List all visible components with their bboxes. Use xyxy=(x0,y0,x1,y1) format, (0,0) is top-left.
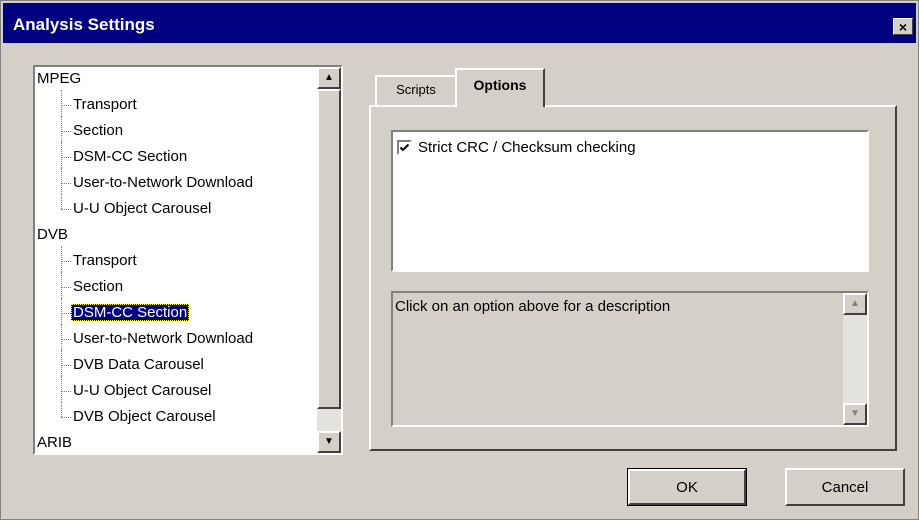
tree-connector-vertical xyxy=(61,194,62,209)
tree-item-label: DVB Data Carousel xyxy=(73,356,204,373)
tab-options[interactable]: Options xyxy=(455,68,545,107)
tree-item[interactable]: DSM-CC Section xyxy=(71,146,189,168)
close-button[interactable]: × xyxy=(893,18,913,35)
strict-crc-checkbox[interactable] xyxy=(397,139,412,155)
tree-item[interactable]: Transport xyxy=(71,94,139,116)
tree-item[interactable]: DVB Object Carousel xyxy=(71,406,218,428)
checkmark-icon xyxy=(399,143,410,151)
close-icon: × xyxy=(898,18,908,35)
tree-connector-vertical xyxy=(61,402,62,417)
tree-item-label: User-to-Network Download xyxy=(73,174,254,191)
scroll-down-icon: ▼ xyxy=(324,436,334,447)
ok-button-label: OK xyxy=(676,478,698,496)
tree-item-label: Transport xyxy=(73,252,137,269)
tree-item[interactable]: U-U Object Carousel xyxy=(71,380,213,402)
scroll-down-button[interactable]: ▼ xyxy=(317,431,341,453)
ok-button[interactable]: OK xyxy=(627,468,747,506)
tab-scripts-label: Scripts xyxy=(396,82,436,97)
scroll-down-icon: ▼ xyxy=(850,408,860,419)
tree-item-label: Section xyxy=(73,122,124,139)
tree-connector-horizontal xyxy=(61,131,71,132)
tree-item-label: DVB Object Carousel xyxy=(73,408,216,425)
window-title: Analysis Settings xyxy=(13,15,155,34)
category-tree[interactable]: MPEG Transport Section DSM-CC Section User-t… xyxy=(33,65,343,455)
tree-item[interactable]: Section xyxy=(71,276,125,298)
analysis-settings-dialog: Analysis Settings × MPEG Transport Section… xyxy=(0,0,919,520)
tree-item-label: DSM-CC Section xyxy=(73,148,188,165)
tree-connector-horizontal xyxy=(61,209,71,210)
tree-group[interactable]: MPEG xyxy=(35,68,83,90)
tree-item-label: DVB xyxy=(37,226,68,243)
tree-item-label: MPEG xyxy=(37,70,82,87)
tree-connector-horizontal xyxy=(61,287,71,288)
tree-connector-horizontal xyxy=(61,391,71,392)
tree-item-label: U-U Object Carousel xyxy=(73,382,212,399)
tree-item-label: Section xyxy=(73,278,124,295)
tree-connector-vertical xyxy=(61,298,62,324)
tab-scripts[interactable]: Scripts xyxy=(375,75,457,105)
tree-connector-vertical xyxy=(61,350,62,376)
tree-item[interactable]: Transport xyxy=(71,250,139,272)
tree-connector-horizontal xyxy=(61,417,71,418)
tree-connector-vertical xyxy=(61,272,62,298)
description-scroll-down-button[interactable]: ▼ xyxy=(843,403,867,425)
tree-connector-horizontal xyxy=(61,313,71,314)
tree-item-label: ARIB xyxy=(37,434,73,451)
description-box: Click on an option above for a descripti… xyxy=(391,291,869,427)
tree-item-label: U-U Object Carousel xyxy=(73,200,212,217)
tree-connector-horizontal xyxy=(61,339,71,340)
tree-connector-horizontal xyxy=(61,261,71,262)
tree-connector-vertical xyxy=(61,376,62,402)
tree-connector-vertical xyxy=(61,116,62,142)
tree-item[interactable]: DVB Data Carousel xyxy=(71,354,206,376)
tree-connector-horizontal xyxy=(61,105,71,106)
tree-connector-vertical xyxy=(61,142,62,168)
tree-group[interactable]: ARIB xyxy=(35,432,74,453)
tree-item[interactable]: User-to-Network Download xyxy=(71,328,255,350)
title-bar[interactable]: Analysis Settings × xyxy=(3,3,916,43)
tree-item[interactable]: DSM-CC Section xyxy=(71,302,190,324)
tree-connector-vertical xyxy=(61,168,62,194)
description-scrollbar[interactable]: ▲ ▼ xyxy=(843,293,867,425)
scroll-up-button[interactable]: ▲ xyxy=(317,67,341,89)
tree-connector-vertical xyxy=(61,90,62,116)
tree-connector-vertical xyxy=(61,246,62,272)
scroll-up-icon: ▲ xyxy=(324,72,334,83)
tree-scrollbar[interactable]: ▲ ▼ xyxy=(317,67,341,453)
tree-connector-horizontal xyxy=(61,365,71,366)
tree-item-label: User-to-Network Download xyxy=(73,330,254,347)
tree-items: MPEG Transport Section DSM-CC Section User-t… xyxy=(35,67,315,453)
tree-item[interactable]: U-U Object Carousel xyxy=(71,198,213,220)
tree-item-label: Transport xyxy=(73,96,137,113)
scroll-thumb[interactable] xyxy=(317,89,341,409)
options-list[interactable]: Strict CRC / Checksum checking xyxy=(391,130,869,272)
tree-connector-horizontal xyxy=(61,157,71,158)
description-text: Click on an option above for a descripti… xyxy=(395,298,671,315)
tree-item[interactable]: Section xyxy=(71,120,125,142)
option-label: Strict CRC / Checksum checking xyxy=(418,138,636,156)
tree-group[interactable]: DVB xyxy=(35,224,70,246)
tree-item-label: DSM-CC Section xyxy=(71,304,190,321)
cancel-button[interactable]: Cancel xyxy=(785,468,905,506)
tree-connector-vertical xyxy=(61,324,62,350)
scroll-up-icon: ▲ xyxy=(850,298,860,309)
tree-item[interactable]: User-to-Network Download xyxy=(71,172,255,194)
option-strict-crc[interactable]: Strict CRC / Checksum checking xyxy=(397,137,636,157)
tree-connector-horizontal xyxy=(61,183,71,184)
cancel-button-label: Cancel xyxy=(821,478,869,496)
description-scroll-up-button[interactable]: ▲ xyxy=(843,293,867,315)
tab-options-label: Options xyxy=(473,77,527,93)
